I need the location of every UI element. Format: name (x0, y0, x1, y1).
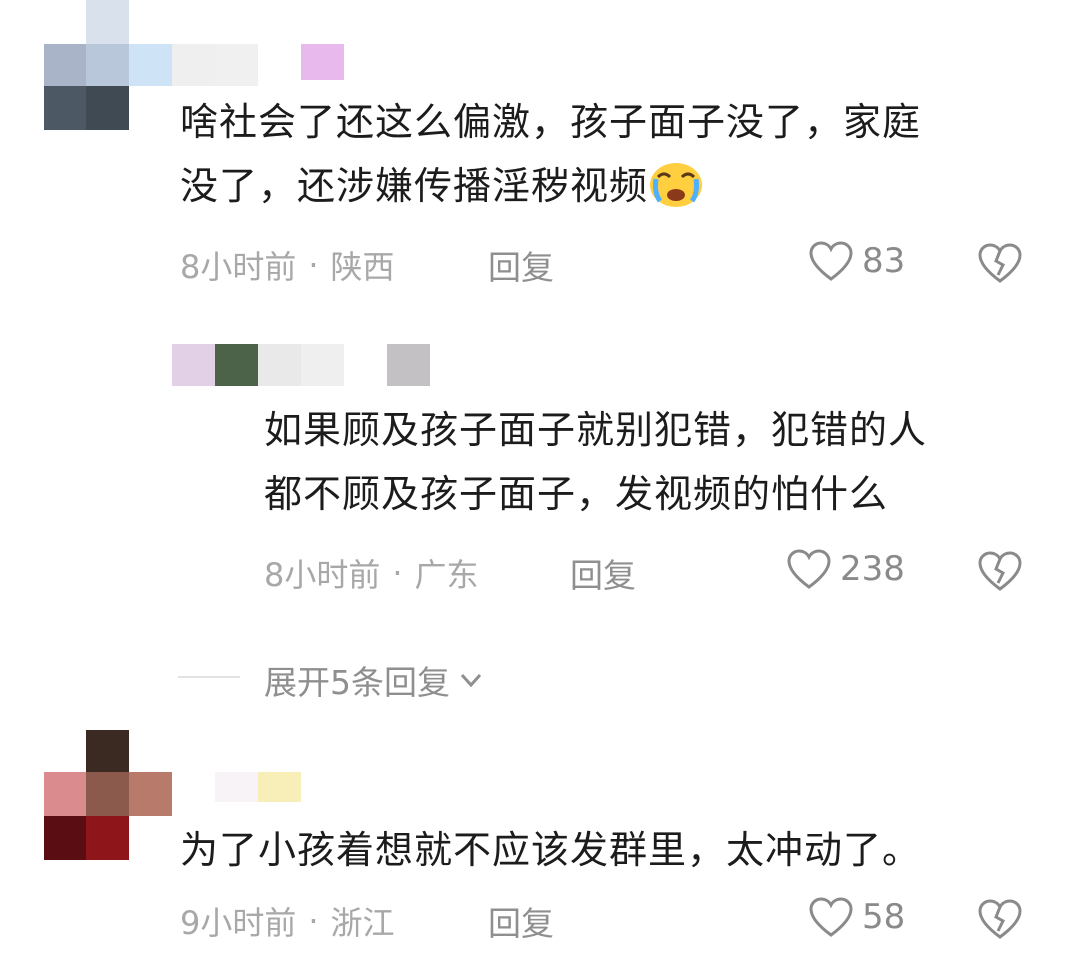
heart-outline-icon (809, 241, 853, 281)
comment-text: 为了小孩着想就不应该发群里，太冲动了。 (180, 818, 1060, 882)
meta-separator: · (308, 902, 319, 940)
like-button[interactable]: 83 (808, 240, 905, 282)
comment-text: 如果顾及孩子面子就别犯错，犯错的人 都不顾及孩子面子，发视频的怕什么 (264, 398, 1064, 526)
comment-text: 啥社会了还这么偏激，孩子面子没了，家庭 没了，还涉嫌传播淫秽视频 (180, 90, 1060, 218)
chevron-down-icon (460, 673, 482, 688)
comment-text-line: 如果顾及孩子面子就别犯错，犯错的人 (264, 408, 928, 452)
comment-location: 广东 (414, 556, 479, 594)
expand-replies-label: 展开5条回复 (264, 663, 450, 702)
like-count: 58 (862, 897, 906, 937)
broken-heart-icon[interactable] (976, 549, 1024, 593)
meta-separator: · (308, 246, 319, 284)
comment-text-line: 啥社会了还这么偏激，孩子面子没了，家庭 (180, 100, 922, 144)
reply-button[interactable]: 回复 (570, 549, 636, 597)
avatar[interactable] (172, 344, 432, 390)
comment-text-line: 为了小孩着想就不应该发群里，太冲动了。 (180, 828, 922, 872)
crying-face-emoji (650, 163, 703, 207)
expand-replies-button[interactable]: 展开5条回复 (264, 656, 486, 704)
broken-heart-icon[interactable] (976, 241, 1024, 285)
comment-text-line: 没了，还涉嫌传播淫秽视频 (180, 154, 1060, 218)
comment-location: 浙江 (330, 904, 395, 942)
comment-meta: 9小时前 · 浙江 (180, 898, 395, 944)
comment-time: 8小时前 (264, 556, 381, 594)
heart-outline-icon (809, 897, 853, 937)
comment-text-line: 都不顾及孩子面子，发视频的怕什么 (264, 472, 889, 516)
expand-divider (178, 676, 240, 678)
like-button[interactable]: 58 (808, 896, 905, 938)
reply-button[interactable]: 回复 (488, 897, 554, 945)
comment-time: 9小时前 (180, 904, 297, 942)
like-count: 238 (840, 549, 905, 589)
like-count: 83 (862, 241, 906, 281)
comment-time: 8小时前 (180, 248, 297, 286)
reply-button[interactable]: 回复 (488, 241, 554, 289)
comment-meta: 8小时前 · 广东 (264, 550, 479, 596)
heart-outline-icon (787, 549, 831, 589)
comment-location: 陕西 (330, 248, 395, 286)
like-button[interactable]: 238 (786, 548, 905, 590)
broken-heart-icon[interactable] (976, 897, 1024, 941)
meta-separator: · (392, 554, 403, 592)
comment-meta: 8小时前 · 陕西 (180, 242, 395, 288)
